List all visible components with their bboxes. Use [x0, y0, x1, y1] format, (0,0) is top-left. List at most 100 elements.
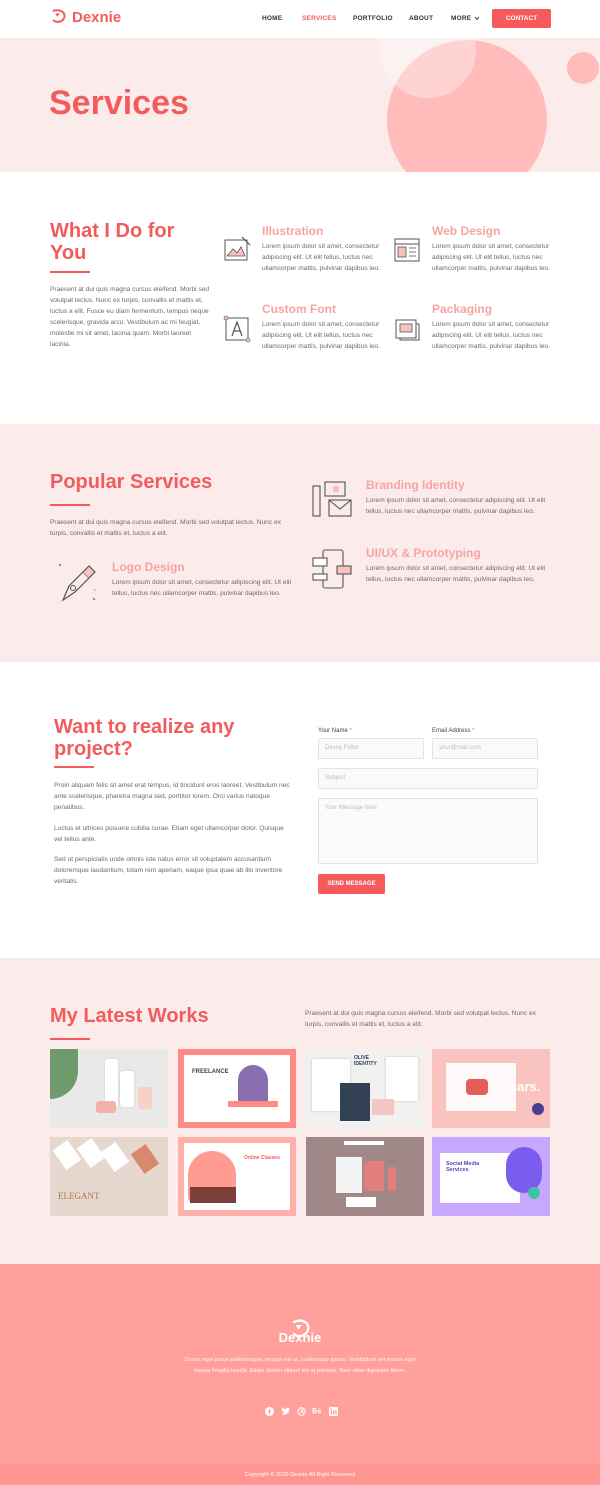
email-field[interactable]: your@mail.com: [432, 738, 538, 759]
folder: [364, 1161, 384, 1191]
work-thumbnail[interactable]: FREELANCE: [178, 1049, 296, 1128]
prototyping-icon: [312, 549, 352, 589]
jar: [138, 1087, 152, 1109]
web-design-icon: [394, 238, 420, 262]
illustration-figure: [238, 1065, 268, 1105]
bottle: [388, 1167, 396, 1191]
bottle: [105, 1059, 118, 1107]
nav-more[interactable]: MORE: [451, 15, 471, 22]
section-title: My Latest Works: [50, 1005, 209, 1027]
dribbble-icon[interactable]: [296, 1406, 306, 1416]
message-field[interactable]: Your Message here: [318, 798, 538, 864]
desk: [228, 1101, 278, 1107]
social-links: [264, 1406, 338, 1416]
section-title: What I Do for You: [50, 220, 175, 264]
contact-paragraph: Sed ut perspiciatis unde omnis iste natu…: [54, 856, 283, 885]
name-field[interactable]: Dexny Folter: [318, 738, 424, 759]
twitter-icon[interactable]: [280, 1406, 290, 1416]
service-title: Custom Font: [262, 302, 336, 316]
behance-icon[interactable]: [312, 1406, 322, 1416]
what-i-do-section: What I Do for You Praesent at dui quis m…: [0, 172, 600, 424]
service-text: Lorem ipsum dolor sit amet, consectetur …: [432, 243, 551, 272]
card: [346, 1197, 376, 1207]
hero-banner: Services: [0, 38, 600, 172]
pen: [344, 1141, 384, 1145]
pen-tool-icon: [58, 563, 97, 602]
work-thumbnail[interactable]: [306, 1137, 424, 1216]
footer-site-name: Dexnie: [278, 1330, 322, 1345]
work-thumbnail[interactable]: Social Media Services: [432, 1137, 550, 1216]
bottle: [120, 1071, 134, 1107]
nav-portfolio[interactable]: PORTFOLIO: [353, 15, 393, 22]
custom-font-icon: [223, 315, 251, 343]
contact-section: Want to realize any project? Proin aliqu…: [0, 662, 600, 958]
envelope: [372, 1099, 394, 1115]
linkedin-icon[interactable]: [328, 1406, 338, 1416]
send-message-button[interactable]: SEND MESSAGE: [318, 874, 385, 894]
copyright-bar: Copyright © 2020 Dexnie All Right Reserv…: [0, 1464, 600, 1485]
book: [190, 1187, 236, 1203]
branding-icon: [312, 481, 352, 517]
site-name: Dexnie: [72, 8, 122, 26]
chevron-down-icon: [474, 16, 480, 21]
footer: Dexnie Donec eget purus pellentesque, te…: [0, 1264, 600, 1464]
nav-home[interactable]: HOME: [262, 15, 282, 22]
service-text: Lorem ipsum dolor sit amet, consectetur …: [262, 321, 381, 350]
subject-field[interactable]: Subject: [318, 768, 538, 789]
nav-about[interactable]: ABOUT: [409, 15, 433, 22]
section-title: Popular Services: [50, 471, 213, 493]
decor-dot: [532, 1103, 544, 1115]
jar: [96, 1101, 116, 1113]
service-text: Lorem ipsum dolor sit amet, consectetur …: [112, 579, 292, 597]
work-thumbnail[interactable]: ELEGANT: [50, 1137, 168, 1216]
thumb-caption: ELEGANT: [58, 1191, 100, 1201]
work-thumbnail[interactable]: Online Classes: [178, 1137, 296, 1216]
packaging-icon: [395, 319, 420, 341]
illustration-icon: [224, 236, 251, 261]
email-label: Email Address *: [432, 728, 474, 734]
title-underline: [50, 504, 90, 506]
facebook-icon[interactable]: [264, 1406, 274, 1416]
work-thumbnail[interactable]: [50, 1049, 168, 1128]
illustration-figure: [506, 1147, 542, 1193]
title-underline: [50, 1038, 90, 1040]
work-thumbnail[interactable]: cars.: [432, 1049, 550, 1128]
letterhead: [386, 1057, 418, 1101]
name-label: Your Name *: [318, 728, 352, 734]
work-thumbnail[interactable]: OLIVE IDENTITY: [306, 1049, 424, 1128]
letterhead: [336, 1157, 362, 1193]
thumb-caption: Social Media Services: [446, 1161, 480, 1173]
car-shape: [466, 1079, 488, 1095]
footer-description: Donec eget purus pellentesque, tempor es…: [184, 1357, 416, 1374]
name-label-text: Your Name: [318, 728, 348, 734]
popular-services-section: Popular Services Praesent at dui quis ma…: [0, 424, 600, 662]
top-navigation: Dexnie HOME SERVICES PORTFOLIO ABOUT MOR…: [0, 0, 600, 38]
card-dark: [340, 1083, 370, 1121]
card: [52, 1140, 82, 1170]
nav-more-label: MORE: [451, 15, 472, 22]
required-mark: *: [349, 728, 352, 734]
section-description: Praesent at dui quis magna cursus eleife…: [305, 1010, 536, 1028]
contact-button[interactable]: CONTACT: [492, 9, 551, 28]
service-title: Web Design: [432, 224, 501, 238]
logo-icon: [52, 9, 66, 23]
service-text: Lorem ipsum dolor sit amet, consectetur …: [366, 565, 546, 583]
latest-works-section: My Latest Works Praesent at dui quis mag…: [0, 958, 600, 1264]
title-underline: [50, 271, 90, 273]
service-title: UI/UX & Prototyping: [366, 546, 481, 560]
nav-services[interactable]: SERVICES: [302, 15, 336, 22]
site-logo[interactable]: Dexnie: [50, 8, 121, 26]
thumb-caption: FREELANCE: [192, 1069, 229, 1075]
service-text: Lorem ipsum dolor sit amet, consectetur …: [432, 321, 551, 350]
leaf-decor: [50, 1049, 78, 1099]
title-underline: [54, 766, 94, 768]
email-label-text: Email Address: [432, 728, 471, 734]
contact-paragraph: Luctus et ultrices posuere cubilia curae…: [54, 825, 284, 843]
service-title: Illustration: [262, 224, 324, 238]
section-description: Praesent at dui quis magna cursus eleife…: [50, 519, 281, 537]
page-title: Services: [49, 84, 189, 122]
service-text: Lorem ipsum dolor sit amet, consectetur …: [366, 497, 546, 515]
service-text: Lorem ipsum dolor sit amet, consectetur …: [262, 243, 381, 272]
section-title: Want to realize any project?: [54, 716, 235, 760]
card-accent: [130, 1144, 160, 1174]
